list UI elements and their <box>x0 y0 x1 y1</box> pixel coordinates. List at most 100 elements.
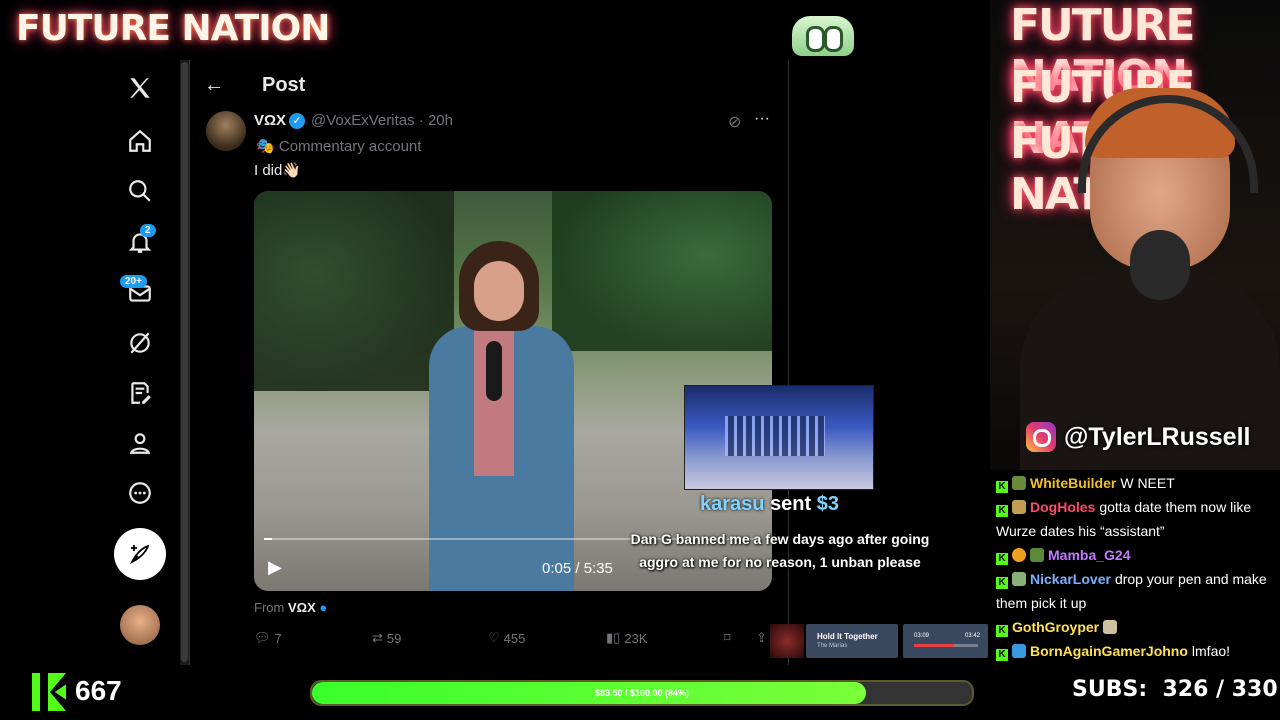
mask-icon: 🎭 <box>256 138 279 155</box>
play-icon[interactable]: ▶ <box>268 557 282 578</box>
chat-username[interactable]: DogHoles <box>1030 499 1095 515</box>
viewer-count: 667 <box>75 675 122 706</box>
views-button[interactable]: ▮▯ 23K <box>606 630 647 646</box>
donation-goal-text: $83.50 / $100.00 (84%) <box>594 688 690 698</box>
share-button[interactable]: ⇪ <box>756 630 767 646</box>
back-arrow-icon[interactable]: ← <box>204 74 224 97</box>
song-total: 03:42 <box>965 633 981 639</box>
reply-count: 7 <box>274 630 282 646</box>
scrollbar-thumb[interactable] <box>181 62 188 662</box>
song-artist: The Marías <box>817 643 848 649</box>
compose-post-button[interactable] <box>114 528 166 580</box>
webcam-feed: FUTURE NATION FUTURE NATION FUTURE NATIO… <box>990 0 1280 470</box>
ghost-logo-icon <box>792 16 854 56</box>
author-avatar[interactable] <box>206 111 246 151</box>
instagram-icon <box>1026 422 1056 452</box>
notifications-icon[interactable]: 2 <box>108 222 172 262</box>
song-title: Hold It Together <box>817 632 878 641</box>
like-count: 455 <box>503 630 526 646</box>
post-actions: 💬︎ 7 ⇄ 59 ♡ 455 ▮▯ 23K ⌑ ⇪ <box>254 630 774 650</box>
video-scene-reporter <box>424 231 574 591</box>
kick-badge-icon: K <box>996 505 1008 517</box>
reply-button[interactable]: 💬︎ 7 <box>254 630 282 646</box>
x-logo-icon[interactable] <box>108 68 172 108</box>
donation-alert-title: karasu sent $3 <box>700 493 839 516</box>
search-icon[interactable] <box>108 171 172 211</box>
donation-alert-image <box>684 385 874 490</box>
chat-text: lmfao! <box>1191 643 1231 659</box>
repost-count: 59 <box>386 630 402 646</box>
emote-icon <box>1012 500 1026 514</box>
donation-sent-word: sent <box>770 493 812 515</box>
profile-icon[interactable] <box>108 423 172 463</box>
emote-icon <box>1012 548 1026 562</box>
author-handle[interactable]: @VoxExVeritas · 20h <box>311 112 453 129</box>
chat-panel: K WhiteBuilder W NEET K DogHoles gotta date … <box>996 471 1280 663</box>
column-divider-right <box>788 60 789 665</box>
subs-counter: SUBS: 326 / 330 <box>1072 677 1278 702</box>
chat-username[interactable]: WhiteBuilder <box>1030 475 1116 491</box>
kick-badge-icon: K <box>996 649 1008 661</box>
instagram-handle: @TylerLRussell <box>1026 422 1250 452</box>
bookmark-button[interactable]: ⌑ <box>724 630 731 646</box>
home-icon[interactable] <box>108 121 172 161</box>
repost-icon: ⇄ <box>372 630 383 645</box>
post-text: I did👋🏻 <box>254 162 302 179</box>
chat-message: K BornAgainGamerJohno lmfao! <box>996 639 1280 663</box>
donation-message: Dan G banned me a few days ago after goi… <box>630 531 930 570</box>
chat-message: K DogHoles gotta date them now like Wurze … <box>996 495 1280 543</box>
chat-username[interactable]: NickarLover <box>1030 571 1111 587</box>
bookmark-icon: ⌑ <box>724 630 731 645</box>
grok-explain-icon[interactable]: ⊘ <box>728 112 741 132</box>
kick-badge-icon: K <box>996 553 1008 565</box>
heart-icon: ♡ <box>488 630 500 645</box>
video-progress-fill <box>264 538 272 540</box>
chat-username[interactable]: BornAgainGamerJohno <box>1030 643 1188 659</box>
kick-badge-icon: K <box>996 481 1008 493</box>
grok-icon[interactable] <box>108 323 172 363</box>
emote-icon <box>1030 548 1044 562</box>
chat-text: W NEET <box>1120 475 1175 491</box>
emote-icon <box>1103 620 1118 634</box>
kick-badge-icon: K <box>996 625 1008 637</box>
song-progress-widget: 03:09 03:42 <box>903 624 988 658</box>
kick-logo-icon <box>32 673 66 711</box>
album-art <box>770 624 804 658</box>
share-icon: ⇪ <box>756 630 767 645</box>
donation-amount: $3 <box>816 493 839 515</box>
lists-icon[interactable] <box>108 373 172 413</box>
verified-small-icon: ● <box>319 600 328 615</box>
commentary-text: Commentary account <box>278 138 422 155</box>
verified-badge-icon: ✓ <box>289 113 305 129</box>
video-scene-trees-right <box>552 191 772 351</box>
subs-value: 326 / 330 <box>1162 677 1278 702</box>
subs-label: SUBS: <box>1072 677 1148 702</box>
analytics-icon: ▮▯ <box>606 630 621 645</box>
from-name: VΩX <box>287 600 316 615</box>
repost-button[interactable]: ⇄ 59 <box>372 630 401 646</box>
messages-badge: 20+ <box>120 275 147 288</box>
like-button[interactable]: ♡ 455 <box>488 630 525 646</box>
chat-message: K Mamba_G24 <box>996 543 1280 567</box>
feather-icon <box>129 544 150 565</box>
donor-name: karasu <box>700 493 765 515</box>
more-options-icon[interactable]: ··· <box>754 110 770 128</box>
microphone <box>1130 230 1190 300</box>
chat-username[interactable]: GothGroyper <box>1012 619 1099 635</box>
chat-message: K NickarLover drop your pen and make them … <box>996 567 1280 615</box>
instagram-text: @TylerLRussell <box>1064 422 1251 451</box>
chat-message: K WhiteBuilder W NEET <box>996 471 1280 495</box>
song-progress-bar <box>914 644 978 647</box>
messages-icon[interactable]: 20+ <box>108 273 172 313</box>
author-name[interactable]: VΩX <box>254 112 286 129</box>
donation-goal-bar: $83.50 / $100.00 (84%) <box>310 680 974 706</box>
account-avatar[interactable] <box>120 605 160 645</box>
chat-username[interactable]: Mamba_G24 <box>1048 547 1130 563</box>
emote-icon <box>1012 572 1026 586</box>
brand-title: FUTURE NATION <box>16 8 330 49</box>
page-title: Post <box>262 74 306 96</box>
from-attribution[interactable]: From VΩX ● <box>254 600 327 615</box>
column-divider <box>189 60 190 665</box>
more-icon[interactable] <box>108 473 172 513</box>
x-sidebar-nav: 2 20+ <box>108 60 172 665</box>
